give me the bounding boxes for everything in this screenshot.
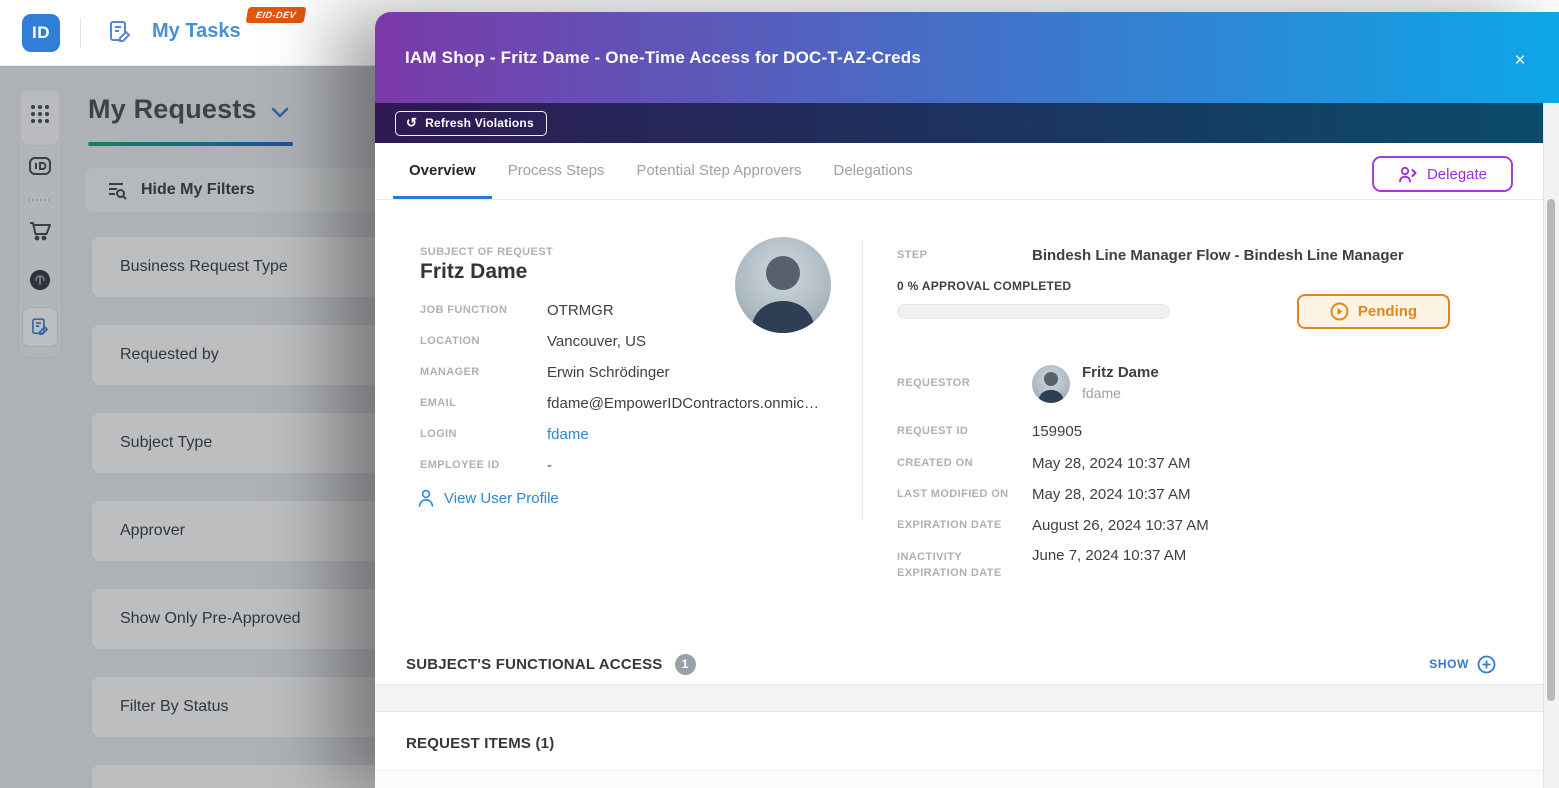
nav-item-my-tasks[interactable]: My Tasks bbox=[152, 20, 241, 43]
email-label: EMAIL bbox=[420, 397, 456, 409]
refresh-violations-button[interactable]: ↺ Refresh Violations bbox=[395, 111, 547, 136]
view-user-profile-label: View User Profile bbox=[444, 490, 559, 507]
expiration-date-value: August 26, 2024 10:37 AM bbox=[1032, 517, 1209, 534]
approval-progress-bar bbox=[897, 304, 1170, 319]
show-functional-access-link[interactable]: SHOW bbox=[1429, 655, 1496, 674]
manager-value: Erwin Schrödinger bbox=[547, 364, 670, 381]
request-items-body-strip bbox=[375, 770, 1543, 788]
request-detail-modal: IAM Shop - Fritz Dame - One-Time Access … bbox=[375, 12, 1559, 788]
login-label: LOGIN bbox=[420, 428, 457, 440]
modal-scrollbar-track[interactable] bbox=[1543, 103, 1559, 788]
step-label: STEP bbox=[897, 249, 927, 261]
employee-id-label: EMPLOYEE ID bbox=[420, 459, 500, 471]
tab-delegations[interactable]: Delegations bbox=[818, 143, 929, 199]
topbar-divider bbox=[80, 18, 81, 48]
requestor-avatar bbox=[1032, 365, 1070, 403]
requestor-login: fdame bbox=[1082, 385, 1121, 401]
refresh-violations-label: Refresh Violations bbox=[425, 116, 534, 130]
my-tasks-icon[interactable] bbox=[106, 18, 134, 46]
status-badge: Pending bbox=[1297, 294, 1450, 329]
tab-overview[interactable]: Overview bbox=[393, 143, 492, 199]
play-circle-icon bbox=[1330, 302, 1349, 321]
status-badge-label: Pending bbox=[1358, 303, 1417, 320]
request-id-value: 159905 bbox=[1032, 423, 1082, 440]
step-value: Bindesh Line Manager Flow - Bindesh Line… bbox=[1032, 247, 1404, 264]
refresh-icon: ↺ bbox=[406, 116, 417, 129]
delegate-person-icon bbox=[1398, 166, 1418, 183]
show-label: SHOW bbox=[1429, 657, 1469, 671]
manager-label: MANAGER bbox=[420, 366, 480, 378]
last-modified-on-value: May 28, 2024 10:37 AM bbox=[1032, 486, 1190, 503]
modal-scrollbar-thumb[interactable] bbox=[1547, 199, 1555, 701]
modal-title: IAM Shop - Fritz Dame - One-Time Access … bbox=[405, 48, 921, 68]
login-link[interactable]: fdame bbox=[547, 426, 589, 443]
plus-circle-icon bbox=[1477, 655, 1496, 674]
modal-header: IAM Shop - Fritz Dame - One-Time Access … bbox=[375, 12, 1559, 103]
inactivity-expiration-date-value: June 7, 2024 10:37 AM bbox=[1032, 547, 1186, 564]
close-icon[interactable]: × bbox=[1509, 50, 1531, 72]
request-items-title: REQUEST ITEMS (1) bbox=[406, 735, 554, 752]
request-id-label: REQUEST ID bbox=[897, 425, 968, 437]
email-value: fdame@EmpowerIDContractors.onmic… bbox=[547, 395, 819, 412]
requestor-name: Fritz Dame bbox=[1082, 364, 1159, 381]
created-on-label: CREATED ON bbox=[897, 457, 973, 469]
section-separator bbox=[375, 684, 1543, 712]
tab-potential-step-approvers[interactable]: Potential Step Approvers bbox=[620, 143, 817, 199]
functional-access-section-header: SUBJECT'S FUNCTIONAL ACCESS 1 SHOW bbox=[406, 646, 1496, 682]
functional-access-count-badge: 1 bbox=[675, 654, 696, 675]
subject-name: Fritz Dame bbox=[420, 260, 527, 284]
view-user-profile-link[interactable]: View User Profile bbox=[418, 489, 559, 507]
app-logo[interactable]: ID bbox=[22, 14, 60, 52]
environment-badge: EID-DEV bbox=[246, 7, 307, 23]
expiration-date-label: EXPIRATION DATE bbox=[897, 519, 1002, 531]
tab-process-steps[interactable]: Process Steps bbox=[492, 143, 621, 199]
location-value: Vancouver, US bbox=[547, 333, 646, 350]
subject-of-request-label: SUBJECT OF REQUEST bbox=[420, 246, 553, 258]
functional-access-title: SUBJECT'S FUNCTIONAL ACCESS bbox=[406, 656, 663, 673]
last-modified-on-label: LAST MODIFIED ON bbox=[897, 488, 1009, 500]
delegate-label: Delegate bbox=[1427, 166, 1487, 183]
modal-tabbar: Overview Process Steps Potential Step Ap… bbox=[375, 143, 1543, 200]
violations-bar: ↺ Refresh Violations bbox=[375, 103, 1559, 143]
inactivity-expiration-date-label: INACTIVITY EXPIRATION DATE bbox=[897, 549, 1017, 581]
location-label: LOCATION bbox=[420, 335, 480, 347]
job-function-value: OTRMGR bbox=[547, 302, 614, 319]
job-function-label: JOB FUNCTION bbox=[420, 304, 507, 316]
employee-id-value: - bbox=[547, 457, 552, 474]
created-on-value: May 28, 2024 10:37 AM bbox=[1032, 455, 1190, 472]
person-outline-icon bbox=[418, 489, 434, 507]
subject-avatar bbox=[735, 237, 831, 333]
column-divider bbox=[862, 240, 863, 520]
delegate-button[interactable]: Delegate bbox=[1372, 156, 1513, 192]
approval-completed-text: 0 % APPROVAL COMPLETED bbox=[897, 279, 1071, 293]
requestor-label: REQUESTOR bbox=[897, 377, 970, 389]
